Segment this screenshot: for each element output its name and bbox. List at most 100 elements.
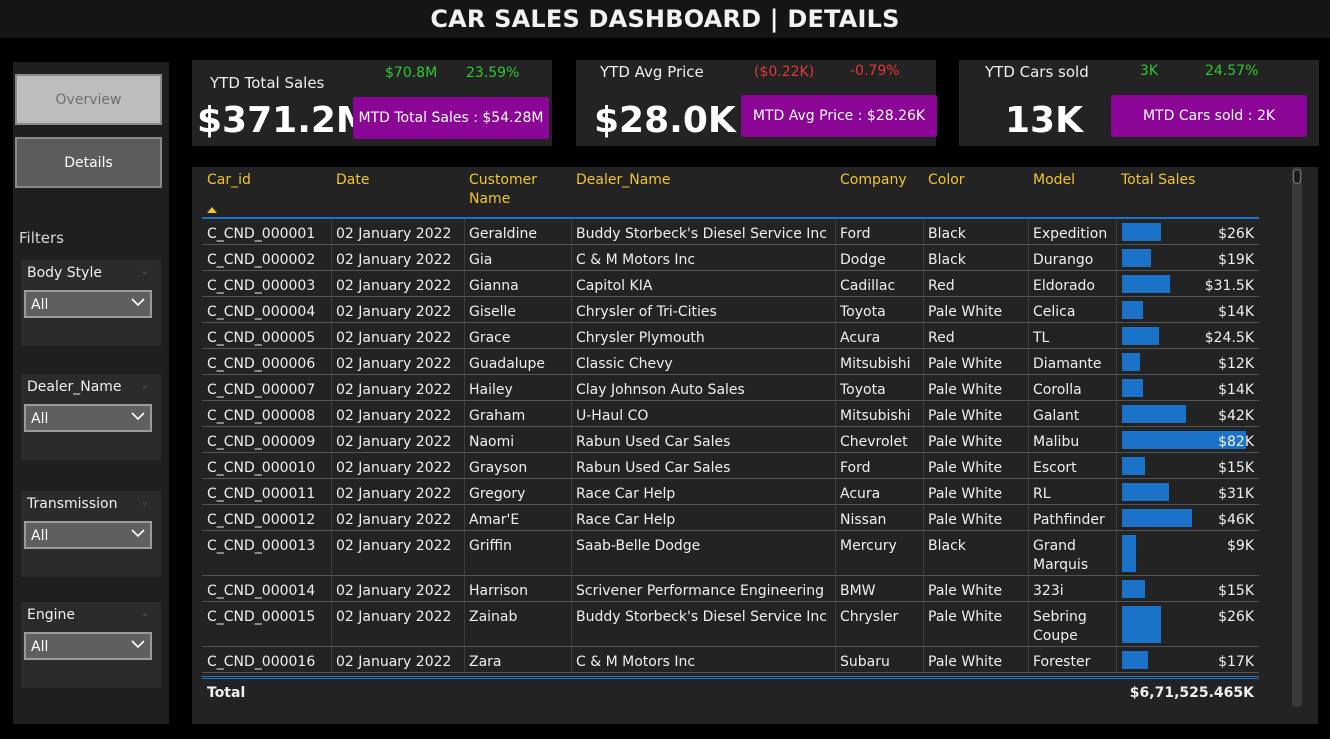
- column-header-color[interactable]: Color: [928, 171, 965, 190]
- table-row[interactable]: C_CND_000013 02 January 2022 Griffin Saab-B…: [202, 531, 1259, 576]
- chevron-down-icon[interactable]: ⌄: [141, 497, 149, 508]
- slicer-label: Engine: [27, 607, 75, 623]
- table-row[interactable]: C_CND_000008 02 January 2022 Graham U-Haul …: [202, 401, 1259, 427]
- details-button[interactable]: Details: [15, 137, 162, 188]
- column-divider: [1116, 602, 1117, 646]
- table-row[interactable]: C_CND_000015 02 January 2022 Zainab Buddy S…: [202, 602, 1259, 647]
- cell-car-id: C_CND_000001: [207, 226, 316, 242]
- column-divider: [1116, 349, 1117, 374]
- column-divider: [835, 576, 836, 601]
- cell-company: Acura: [840, 330, 881, 346]
- column-divider: [464, 602, 465, 646]
- cell-date: 02 January 2022: [336, 382, 452, 398]
- table-row[interactable]: C_CND_000009 02 January 2022 Naomi Rabun Us…: [202, 427, 1259, 453]
- scrollbar-thumb[interactable]: [1293, 169, 1301, 184]
- kpi-delta-pct: 23.59%: [466, 65, 520, 81]
- engine-dropdown[interactable]: All: [24, 632, 152, 660]
- cell-company: Subaru: [840, 654, 890, 670]
- table-row[interactable]: C_CND_000014 02 January 2022 Harrison Scriv…: [202, 576, 1259, 602]
- column-divider: [835, 531, 836, 575]
- column-divider: [1028, 531, 1029, 575]
- chevron-down-icon[interactable]: ⌄: [141, 608, 149, 619]
- title-bar: CAR SALES DASHBOARD | DETAILS: [0, 0, 1330, 38]
- cell-model: TL: [1033, 330, 1050, 346]
- cell-company: Ford: [840, 226, 871, 242]
- cell-model: Corolla: [1033, 382, 1082, 398]
- column-header-total-sales[interactable]: Total Sales: [1121, 171, 1195, 190]
- chevron-down-icon[interactable]: ⌄: [141, 266, 149, 277]
- column-divider: [835, 427, 836, 452]
- column-divider: [1116, 297, 1117, 322]
- filters-heading: Filters: [19, 229, 64, 247]
- kpi-title: YTD Cars sold: [985, 63, 1089, 81]
- column-divider: [571, 427, 572, 452]
- column-divider: [1028, 271, 1029, 296]
- cell-color: Pale White: [928, 583, 1003, 599]
- cell-date: 02 January 2022: [336, 356, 452, 372]
- cell-color: Black: [928, 252, 966, 268]
- table-row[interactable]: C_CND_000016 02 January 2022 Zara C & M Mot…: [202, 647, 1259, 673]
- cell-model: Galant: [1033, 408, 1080, 424]
- column-header-company[interactable]: Company: [840, 171, 907, 190]
- cell-customer: Giselle: [469, 304, 517, 320]
- table-row[interactable]: C_CND_000007 02 January 2022 Hailey Clay Jo…: [202, 375, 1259, 401]
- cell-color: Pale White: [928, 460, 1003, 476]
- table-row[interactable]: C_CND_000010 02 January 2022 Grayson Rabun …: [202, 453, 1259, 479]
- transmission-dropdown[interactable]: All: [24, 521, 152, 549]
- column-divider: [1028, 453, 1029, 478]
- table-row[interactable]: C_CND_000004 02 January 2022 Giselle Chrysl…: [202, 297, 1259, 323]
- column-header-dealer-name[interactable]: Dealer_Name: [576, 171, 671, 190]
- column-header-date[interactable]: Date: [336, 171, 369, 190]
- column-divider: [1116, 401, 1117, 426]
- column-header-customer-name[interactable]: Customer Name: [469, 171, 549, 209]
- chevron-down-icon: [131, 298, 145, 307]
- kpi-delta-pct: -0.79%: [850, 63, 900, 79]
- column-divider: [571, 349, 572, 374]
- cell-car-id: C_CND_000010: [207, 460, 316, 476]
- kpi-mtd-badge: MTD Avg Price : $28.26K: [741, 95, 937, 137]
- cell-dealer: Buddy Storbeck's Diesel Service Inc: [576, 609, 828, 625]
- cell-customer: Gianna: [469, 278, 519, 294]
- table-row[interactable]: C_CND_000003 02 January 2022 Gianna Capitol…: [202, 271, 1259, 297]
- column-divider: [464, 323, 465, 348]
- column-header-model[interactable]: Model: [1033, 171, 1075, 190]
- overview-button[interactable]: Overview: [15, 74, 162, 125]
- column-divider: [923, 349, 924, 374]
- cell-date: 02 January 2022: [336, 486, 452, 502]
- column-divider: [571, 647, 572, 672]
- table-scrollbar[interactable]: [1292, 167, 1302, 707]
- cell-model: Expedition: [1033, 226, 1108, 242]
- kpi-value: $371.2M: [197, 100, 372, 141]
- cell-model: Pathfinder: [1033, 512, 1105, 528]
- column-divider: [923, 479, 924, 504]
- body-style-dropdown[interactable]: All: [24, 290, 152, 318]
- cell-company: Nissan: [840, 512, 887, 528]
- column-divider: [464, 297, 465, 322]
- column-header-car-id[interactable]: Car_id: [207, 171, 251, 190]
- dropdown-value: All: [31, 411, 49, 427]
- chevron-down-icon[interactable]: ⌄: [141, 380, 149, 391]
- table-row[interactable]: C_CND_000002 02 January 2022 Gia C & M Moto…: [202, 245, 1259, 271]
- cell-company: Chevrolet: [840, 434, 908, 450]
- column-divider: [464, 479, 465, 504]
- column-divider: [923, 602, 924, 646]
- table-row[interactable]: C_CND_000011 02 January 2022 Gregory Race C…: [202, 479, 1259, 505]
- column-divider: [331, 401, 332, 426]
- table-header-row: Car_id Date Customer Name Dealer_Name Co…: [202, 167, 1259, 219]
- column-divider: [331, 479, 332, 504]
- table-row[interactable]: C_CND_000005 02 January 2022 Grace Chrysler…: [202, 323, 1259, 349]
- cell-company: Acura: [840, 486, 881, 502]
- cell-total-sales: $24.5K: [1204, 330, 1254, 346]
- page-title: CAR SALES DASHBOARD | DETAILS: [430, 5, 900, 33]
- table-row[interactable]: C_CND_000001 02 January 2022 Geraldine Budd…: [202, 219, 1259, 245]
- cell-color: Red: [928, 330, 955, 346]
- table-row[interactable]: C_CND_000012 02 January 2022 Amar'E Race Ca…: [202, 505, 1259, 531]
- dealer-name-dropdown[interactable]: All: [24, 404, 152, 432]
- column-divider: [571, 505, 572, 530]
- table-row[interactable]: C_CND_000006 02 January 2022 Guadalupe Clas…: [202, 349, 1259, 375]
- sort-ascending-icon[interactable]: [207, 207, 217, 213]
- column-divider: [571, 453, 572, 478]
- column-divider: [835, 349, 836, 374]
- kpi-title: YTD Avg Price: [600, 63, 704, 81]
- kpi-mtd-badge: MTD Cars sold : 2K: [1111, 95, 1307, 137]
